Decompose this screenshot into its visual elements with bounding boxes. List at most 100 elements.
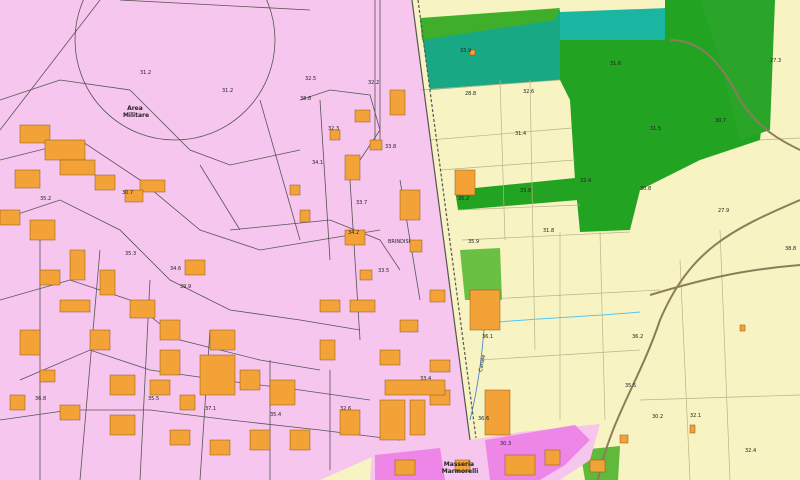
building (344, 154, 361, 181)
elevation-label: 27.3 (770, 58, 781, 64)
building (339, 409, 361, 436)
elevation-label: 33.8 (520, 188, 531, 194)
label-masseria-marmorelli: Masseria Marmorelli (442, 461, 479, 475)
teal-strip (560, 8, 668, 40)
building (0, 209, 21, 226)
elevation-label: 31.5 (650, 126, 661, 132)
building (239, 369, 261, 391)
elevation-label: 31.8 (543, 228, 554, 234)
elevation-label: 33.5 (378, 268, 389, 274)
elevation-label: 36.1 (482, 334, 493, 340)
elevation-label: 35.4 (270, 412, 281, 418)
elevation-label: 32.6 (523, 89, 534, 95)
elevation-label: 27.9 (718, 208, 729, 214)
elevation-label: 30.3 (500, 441, 511, 447)
building (149, 379, 171, 396)
elevation-label: 30.8 (640, 186, 651, 192)
building (319, 339, 336, 361)
building (504, 454, 536, 476)
elevation-label: 32.5 (305, 76, 316, 82)
building (209, 439, 231, 456)
building (109, 414, 136, 436)
building (409, 399, 426, 436)
building (379, 349, 401, 366)
building (484, 389, 511, 436)
elevation-label: 38.8 (785, 246, 796, 252)
elevation-label: 35.2 (458, 196, 469, 202)
building (689, 424, 696, 434)
building (169, 429, 191, 446)
building (89, 329, 111, 351)
building (59, 299, 91, 313)
building (129, 299, 156, 319)
building (249, 429, 271, 451)
building (354, 109, 371, 123)
elevation-label: 31.2 (140, 70, 151, 76)
map-canvas[interactable]: Area Militare BRINDISI Masseria Marmorel… (0, 0, 800, 480)
building (14, 169, 41, 189)
elevation-label: 31.4 (515, 131, 526, 137)
elevation-label: 35.5 (625, 383, 636, 389)
building (589, 459, 606, 473)
elevation-label: 33.7 (356, 200, 367, 206)
elevation-label: 32.6 (340, 406, 351, 412)
building (349, 299, 376, 313)
building (209, 329, 236, 351)
building (99, 269, 116, 296)
building (319, 299, 341, 313)
elevation-label: 34.1 (312, 160, 323, 166)
elevation-label: 30.7 (122, 190, 133, 196)
elevation-label: 30.7 (715, 118, 726, 124)
elevation-label: 34.6 (170, 266, 181, 272)
building (39, 269, 61, 286)
elevation-label: 32.1 (690, 413, 701, 419)
building (399, 189, 421, 221)
building (619, 434, 629, 444)
elevation-label: 38.8 (300, 96, 311, 102)
elevation-label: 30.2 (652, 414, 663, 420)
building (179, 394, 196, 411)
building (289, 184, 301, 196)
building (399, 319, 419, 333)
building (389, 89, 406, 116)
building (454, 169, 476, 196)
label-brindisi: BRINDISI (388, 239, 410, 245)
building (59, 159, 96, 176)
building (359, 269, 373, 281)
building (379, 399, 406, 441)
building (409, 239, 423, 253)
map-view[interactable]: Area Militare BRINDISI Masseria Marmorel… (0, 0, 800, 480)
elevation-label: 32.2 (368, 80, 379, 86)
building (289, 429, 311, 451)
building (469, 289, 501, 331)
elevation-label: 39.9 (180, 284, 191, 290)
elevation-label: 33.4 (420, 376, 431, 382)
building (19, 329, 41, 356)
elevation-label: 32.4 (745, 448, 756, 454)
elevation-label: 33.8 (385, 144, 396, 150)
building (369, 139, 383, 151)
elevation-label: 37.1 (205, 406, 216, 412)
elevation-label: 34.2 (348, 230, 359, 236)
elevation-label: 35.9 (468, 239, 479, 245)
building (739, 324, 746, 332)
building (39, 369, 56, 383)
building (44, 139, 86, 161)
elevation-label: 31.6 (610, 61, 621, 67)
building (199, 354, 236, 396)
elevation-label: 36.8 (35, 396, 46, 402)
building (384, 379, 446, 396)
building (69, 249, 86, 281)
building (184, 259, 206, 276)
building (94, 174, 116, 191)
elevation-label: 35.3 (125, 251, 136, 257)
elevation-label: 33.9 (460, 48, 471, 54)
building (299, 209, 311, 223)
building (29, 219, 56, 241)
building (159, 319, 181, 341)
building (269, 379, 296, 406)
building (544, 449, 561, 466)
building (9, 394, 26, 411)
elevation-label: 32.4 (580, 178, 591, 184)
building (429, 359, 451, 373)
